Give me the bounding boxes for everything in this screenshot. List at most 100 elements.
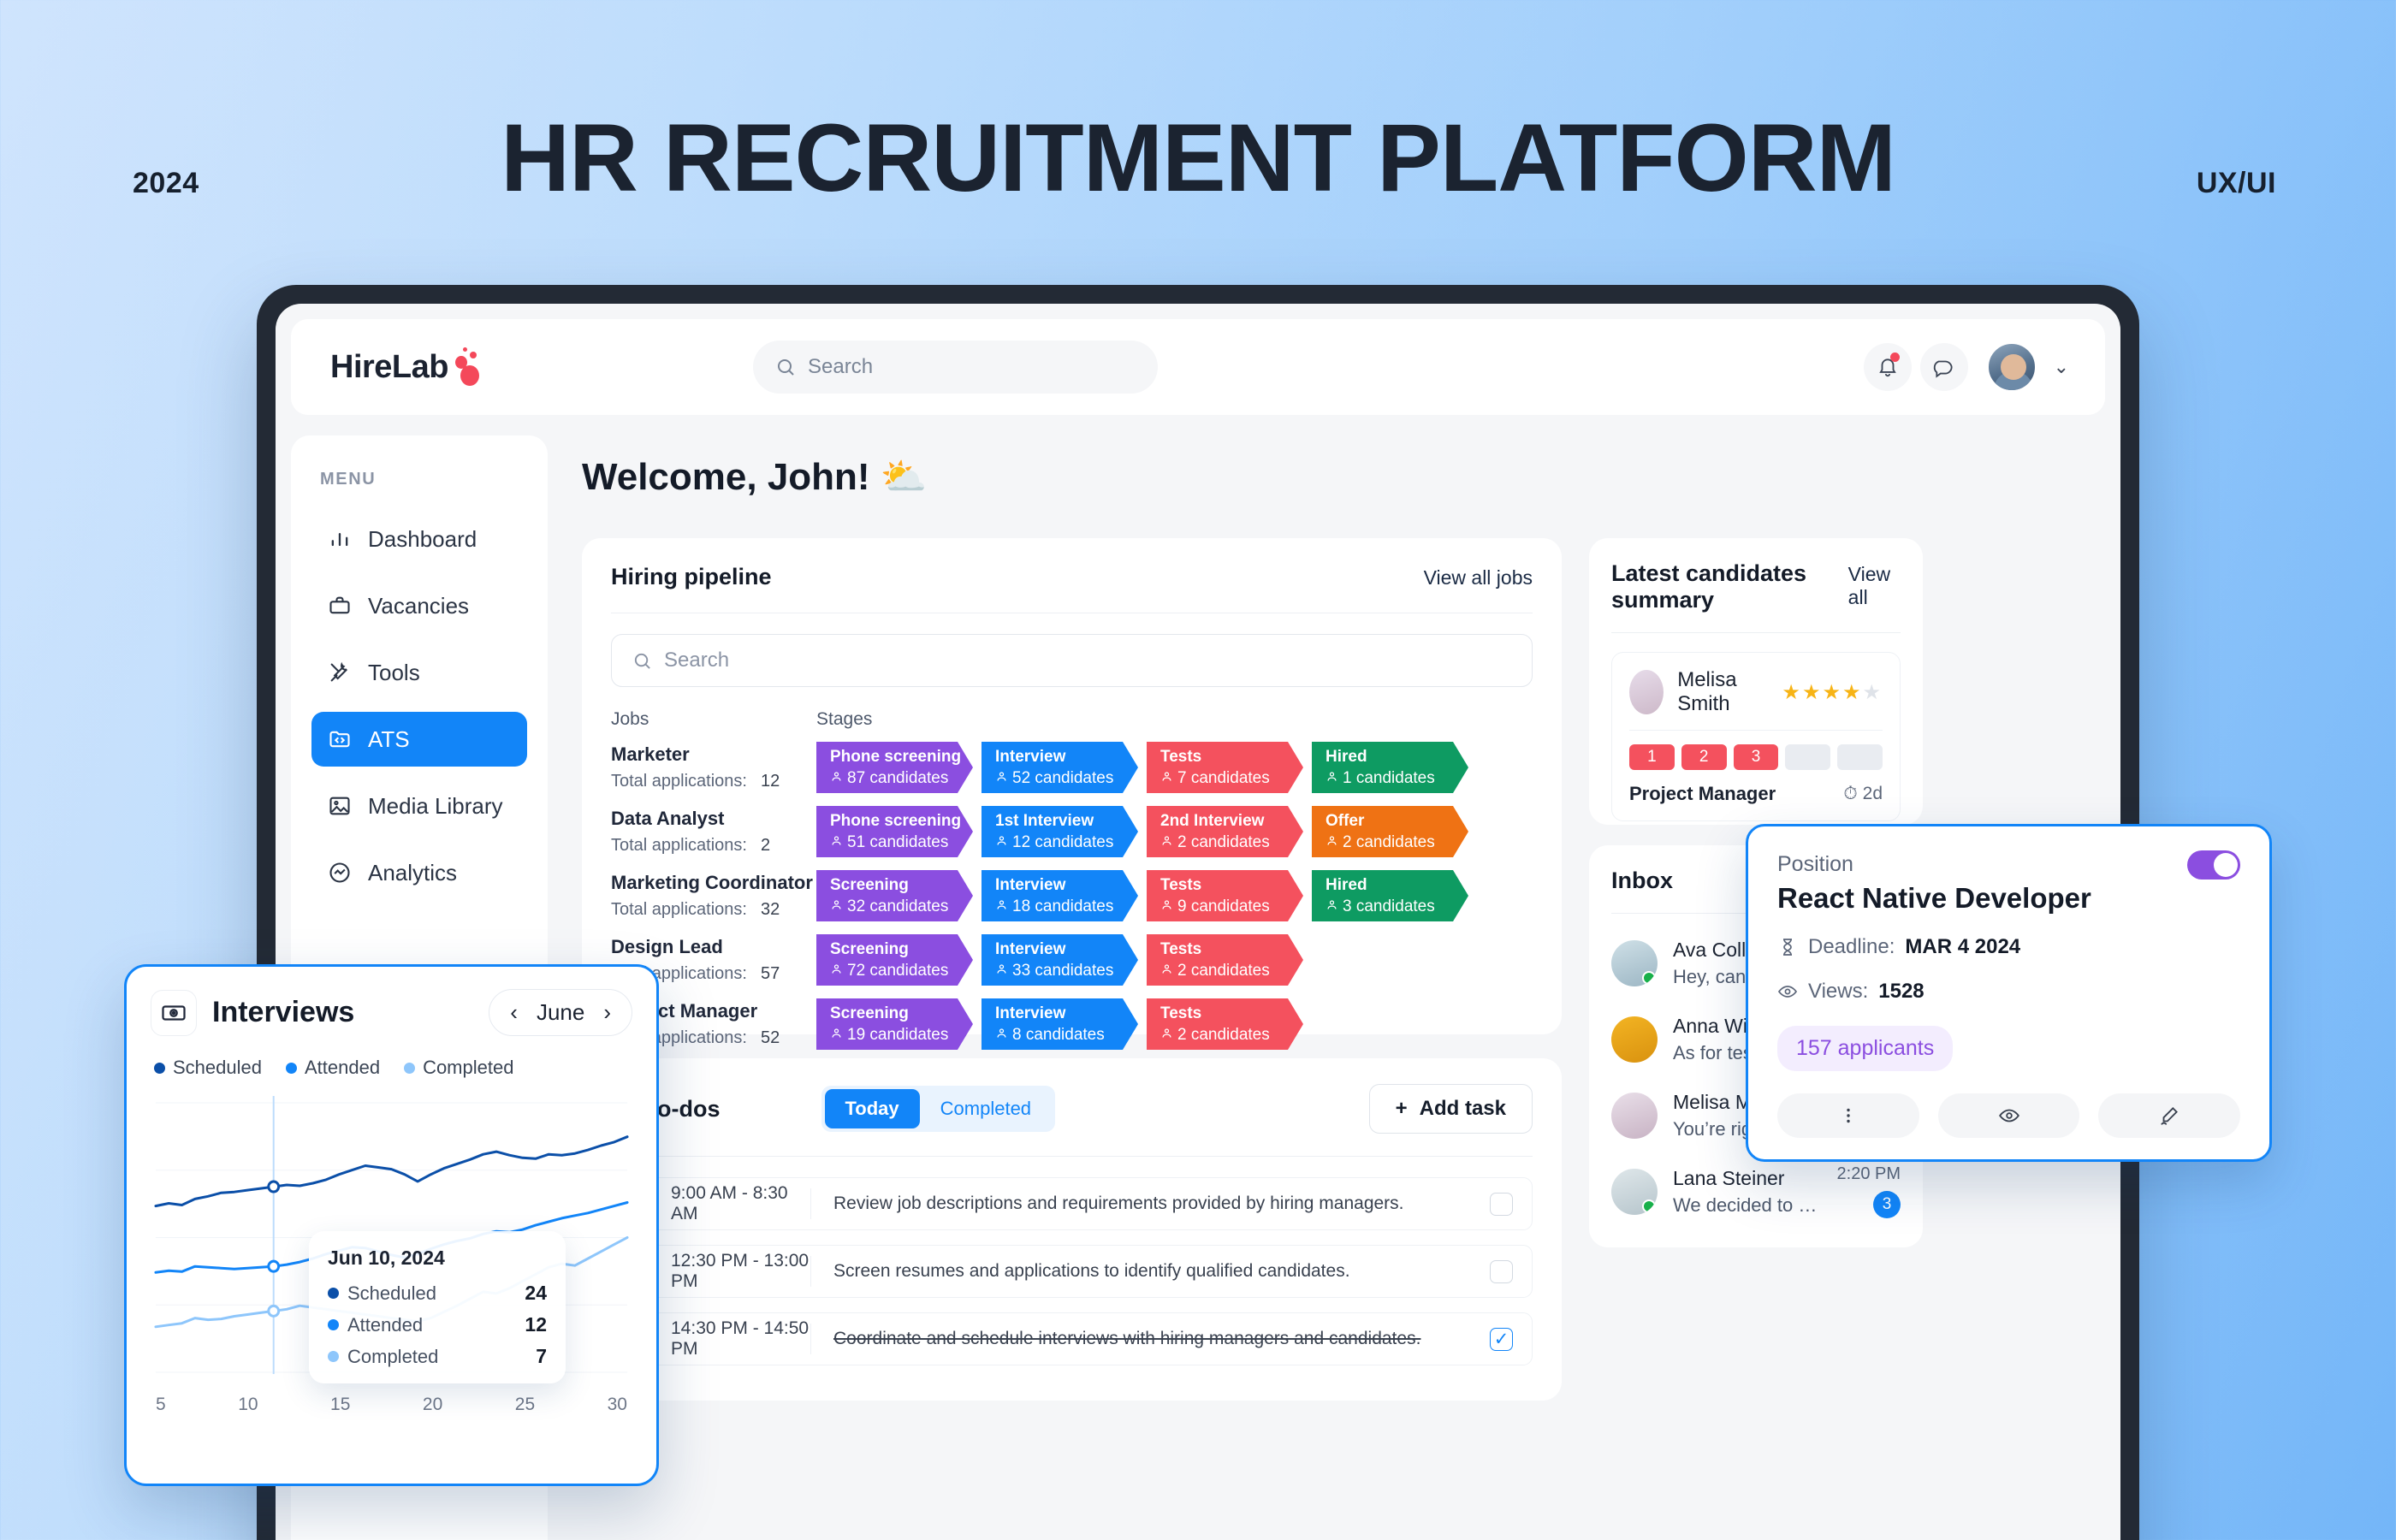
month-label: June [536,999,585,1025]
stage-count: 7 candidates [1160,769,1303,788]
pipeline-row: Data Analyst Total applications: 2 Phone … [611,806,1533,857]
candidates-view-all-link[interactable]: View all [1848,563,1901,609]
pipeline-stage[interactable]: 1st Interview 12 candidates [982,806,1138,857]
person-icon [1160,833,1173,852]
todo-checkbox[interactable] [1490,1192,1513,1216]
stage-name: Hired [1326,876,1367,894]
position-popup: Position React Native Developer Deadline… [1746,824,2272,1162]
sidebar-item-media-library[interactable]: Media Library [311,779,527,833]
global-search-input[interactable]: Search [753,341,1158,394]
pipeline-stages: Phone screening 87 candidates Interview … [816,742,1468,793]
stage-segment: 2 [1681,744,1727,770]
person-icon [995,1026,1008,1045]
todo-row[interactable]: 12:30 PM - 13:00 PM Screen resumes and a… [611,1245,1533,1298]
legend-item: Attended [285,1057,381,1079]
pipeline-title: Hiring pipeline [611,564,772,589]
divider [1611,632,1901,633]
pipeline-stage[interactable]: Tests 2 candidates [1147,934,1303,986]
brand-logo[interactable]: HireLab [330,347,664,386]
pipeline-stage[interactable]: Tests 9 candidates [1147,870,1303,921]
chevron-down-icon[interactable]: ⌄ [2054,356,2069,378]
todo-row[interactable]: 9:00 AM - 8:30 AM Review job description… [611,1177,1533,1230]
pipeline-stage[interactable]: Tests 7 candidates [1147,742,1303,793]
candidate-name: Melisa Smith [1677,668,1737,715]
sidebar-item-analytics[interactable]: Analytics [311,845,527,900]
pipeline-stage[interactable]: Interview 18 candidates [982,870,1138,921]
pipeline-stage[interactable]: Phone screening 87 candidates [816,742,973,793]
pipeline-stage[interactable]: Screening 19 candidates [816,998,973,1050]
month-selector[interactable]: ‹ June › [489,989,632,1036]
person-icon [830,833,843,852]
user-avatar[interactable] [1986,342,2037,392]
sidebar-item-ats[interactable]: ATS [311,712,527,767]
pipeline-stage[interactable]: Hired 3 candidates [1312,870,1468,921]
legend-label: Attended [304,1057,381,1078]
tab-completed[interactable]: Completed [920,1089,1052,1128]
tooltip-row: Attended 12 [328,1313,547,1336]
job-title: Marketer [611,743,690,765]
job-total: Total applications: 32 [611,900,780,919]
sidebar-item-dashboard[interactable]: Dashboard [311,512,527,566]
briefcase-icon [327,593,353,619]
bar-chart-icon [327,526,353,552]
more-button[interactable] [1777,1093,1919,1138]
view-all-jobs-link[interactable]: View all jobs [1424,566,1533,589]
global-search-placeholder: Search [808,355,874,378]
pipeline-stage[interactable]: Interview 52 candidates [982,742,1138,793]
x-tick: 5 [156,1395,166,1414]
chart-legend: Scheduled Attended Completed [154,1057,632,1079]
avatar [1611,1168,1658,1215]
page-title: Welcome, John! ⛅ [582,456,928,498]
hourglass-icon [1783,939,1792,956]
pipeline-stage[interactable]: Phone screening 51 candidates [816,806,973,857]
add-task-button[interactable]: + Add task [1368,1084,1533,1134]
todo-checkbox[interactable]: ✓ [1490,1327,1513,1351]
prev-month-icon[interactable]: ‹ [510,999,518,1026]
tab-today[interactable]: Today [824,1089,920,1128]
todo-row[interactable]: 14:30 PM - 14:50 PM Coordinate and sched… [611,1312,1533,1365]
pipeline-stage[interactable]: Screening 72 candidates [816,934,973,986]
person-icon [995,962,1008,980]
person-icon [1160,769,1173,788]
messages-button[interactable] [1919,343,1968,391]
preview-button[interactable] [1937,1093,2080,1138]
pipeline-stage[interactable]: Tests 2 candidates [1147,998,1303,1050]
candidate-item[interactable]: Melisa Smith ★★★★★ 123 Project Manager ⏱… [1611,652,1901,821]
pipeline-stage[interactable]: Interview 8 candidates [982,998,1138,1050]
inbox-message[interactable]: Lana Steiner We decided to send you... 2… [1611,1164,1901,1218]
person-icon [1160,897,1173,916]
sidebar-item-tools[interactable]: Tools [311,645,527,700]
next-month-icon[interactable]: › [603,999,611,1026]
applicants-badge[interactable]: 157 applicants [1777,1026,1954,1071]
person-icon [995,833,1008,852]
sidebar-item-label: Dashboard [368,525,477,552]
pipeline-stage[interactable]: Offer 2 candidates [1312,806,1468,857]
interviews-chart-popup: Interviews ‹ June › Scheduled Attended Com… [124,964,659,1486]
sidebar-item-vacancies[interactable]: Vacancies [311,578,527,633]
pipeline-stage[interactable]: Interview 33 candidates [982,934,1138,986]
todos-card: My to-dos Today Completed + Add task 9:0… [582,1058,1562,1401]
pipeline-search-input[interactable]: Search [611,634,1533,687]
stage-name: Tests [1160,748,1202,766]
job-total: Total applications: 2 [611,836,771,855]
stage-name: Phone screening [830,748,962,766]
top-bar: HireLab Search ⌄ [291,319,2105,415]
deadline-value: MAR 4 2024 [1905,935,2021,958]
edit-button[interactable] [2098,1093,2241,1138]
stage-count: 2 candidates [1160,962,1303,980]
stage-name: Interview [995,748,1066,766]
position-active-toggle[interactable] [2187,850,2240,880]
person-icon [995,897,1008,916]
pipeline-stage[interactable]: 2nd Interview 2 candidates [1147,806,1303,857]
message-time: 2:20 PM [1836,1164,1901,1183]
todo-checkbox[interactable] [1490,1259,1513,1283]
chart-plot[interactable]: Jun 10, 2024 Scheduled 24 Attended 12 Comple… [151,1087,632,1391]
code-folder-icon [327,726,353,752]
pipeline-stage[interactable]: Screening 32 candidates [816,870,973,921]
chart-tooltip: Jun 10, 2024 Scheduled 24 Attended 12 Comple… [309,1231,566,1383]
add-task-label: Add task [1419,1097,1506,1120]
stage-progress: 123 [1629,744,1883,770]
position-title: React Native Developer [1777,882,2091,914]
pipeline-stage[interactable]: Hired 1 candidates [1312,742,1468,793]
notifications-button[interactable] [1863,343,1912,391]
